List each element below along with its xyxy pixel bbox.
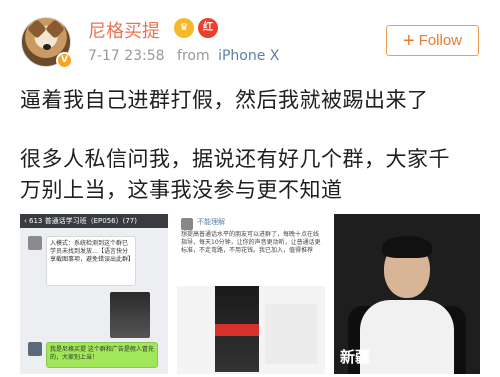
follow-button[interactable]: + Follow xyxy=(386,25,479,56)
post-device-link[interactable]: iPhone X xyxy=(218,48,279,64)
verified-badge-icon: V xyxy=(56,52,73,69)
post-text-line-2: 很多人私信问我，据说还有好几个群，大家千 xyxy=(20,147,450,171)
portrait-shirt xyxy=(360,300,454,374)
poster-text: 不能理解 想提高普通话水平的朋友可以进群了，每晚十点在线指导，每天10分钟，让你… xyxy=(177,214,325,286)
portrait-hair xyxy=(382,236,432,258)
poster-avatar xyxy=(181,218,193,230)
vip-crown-icon: ♛ xyxy=(174,18,194,38)
user-badges: ♛ 红 xyxy=(174,18,218,38)
post-image-portrait[interactable]: 新疆 xyxy=(334,214,480,374)
chat-photo xyxy=(110,292,150,338)
plus-icon: + xyxy=(402,29,415,52)
post-text-line-3: 万别上当，这事我没参与更不知道 xyxy=(20,178,343,202)
chat-title: ‹ 613 普通话学习班（EP056）(77) xyxy=(20,214,168,228)
avatar-ear-left xyxy=(27,19,47,39)
username[interactable]: 尼格买提 xyxy=(88,17,160,43)
post-from-label: from xyxy=(177,48,210,64)
poster-body-text: 想提高普通话水平的朋友可以进群了，每晚十点在线指导，每天10分钟，让你的声音更动… xyxy=(181,231,321,254)
post-header: V 尼格买提 ♛ 红 7-17 23:58 from iPhone X + Fo… xyxy=(0,0,500,78)
post-text-line-1: 逼着我自己进群打假，然后我就被踢出来了 xyxy=(20,88,429,112)
post-time: 7-17 23:58 xyxy=(88,48,165,64)
chat-bubble: 入模式：系统检测到这个群已学员未找到发放…【语言快分享截图事项，避免错误出此群】 xyxy=(46,236,136,286)
avatar-nose xyxy=(43,44,51,50)
chat-avatar xyxy=(28,342,42,356)
chat-avatar xyxy=(28,236,42,250)
post-image-poster[interactable]: 不能理解 想提高普通话水平的朋友可以进群了，每晚十点在线指导，每天10分钟，让你… xyxy=(177,214,325,374)
portrait-caption: 新疆 xyxy=(340,348,371,366)
poster-name: 不能理解 xyxy=(197,218,225,226)
poster-side-panel xyxy=(265,304,317,364)
post-image-chat-screenshot[interactable]: ‹ 613 普通话学习班（EP056）(77) 入模式：系统检测到这个群已学员未… xyxy=(20,214,168,374)
post-images: ‹ 613 普通话学习班（EP056）(77) 入模式：系统检测到这个群已学员未… xyxy=(20,214,480,374)
post-meta: 7-17 23:58 from iPhone X xyxy=(88,48,279,64)
hot-badge-icon: 红 xyxy=(198,18,218,38)
chat-bubble: 我是尼格买提 这个群和广告是假人冒充的，大家别上当！ xyxy=(46,342,158,368)
avatar-ear-right xyxy=(45,19,65,39)
poster-red-band xyxy=(215,324,259,336)
follow-label: Follow xyxy=(418,32,463,49)
